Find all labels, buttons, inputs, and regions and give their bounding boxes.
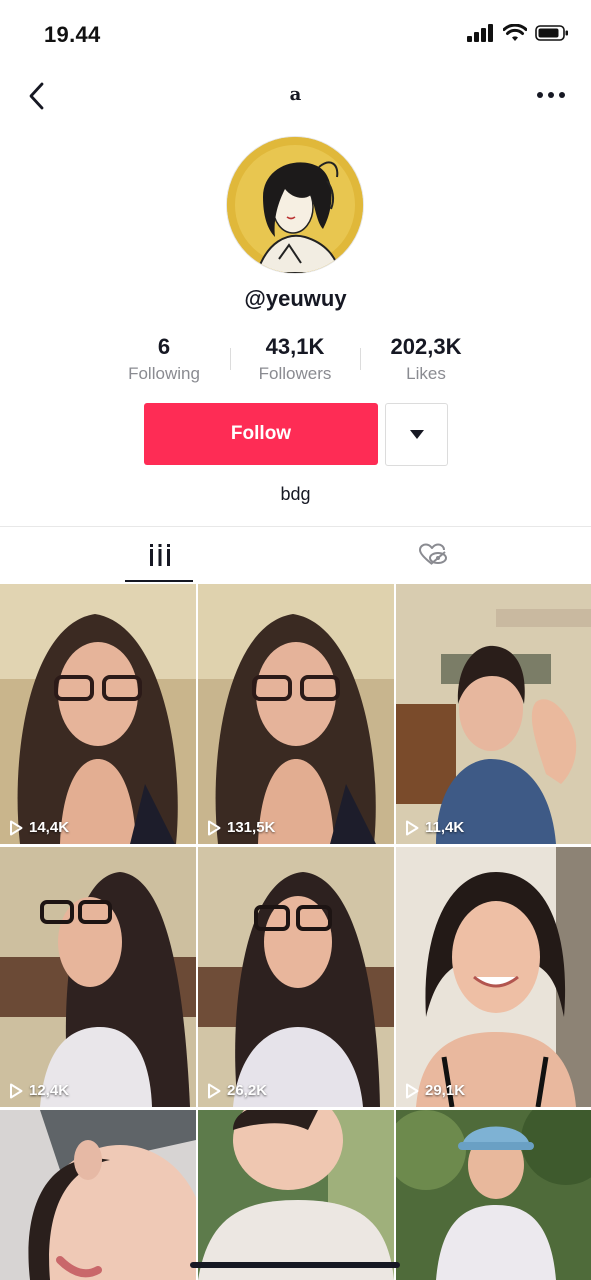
follow-button[interactable]: Follow (144, 403, 378, 465)
wifi-icon (503, 24, 527, 41)
video-thumbnail[interactable]: 14,4K (0, 584, 196, 844)
stat-followers-label: Followers (258, 364, 332, 383)
video-views: 14,4K (9, 819, 69, 836)
play-icon (10, 820, 23, 835)
status-bar: 19.44 (0, 0, 591, 70)
suggested-accounts-button[interactable] (385, 403, 448, 466)
stat-following-value: 6 (157, 334, 171, 359)
username: @yeuwuy (244, 286, 347, 311)
video-views: 131,5K (207, 819, 275, 836)
avatar-illustration (227, 137, 363, 273)
video-views: 11,4K (405, 819, 464, 836)
video-thumbnail[interactable]: 11,4K (396, 584, 591, 844)
view-count: 14,4K (29, 819, 70, 836)
status-icons (467, 24, 569, 42)
status-time: 19.44 (44, 22, 101, 47)
stat-likes-value: 202,3K (390, 334, 462, 359)
profile-bio: bdg (280, 484, 311, 504)
profile-stats: 6 Following 43,1K Followers 202,3K Likes (0, 332, 591, 392)
videos-grid-icon (149, 544, 170, 566)
play-icon (406, 1083, 419, 1098)
profile-tabs (0, 526, 591, 583)
thumbnail-image (0, 847, 196, 1107)
view-count: 26,2K (227, 1082, 268, 1099)
thumbnail-image (396, 584, 591, 844)
profile-avatar[interactable] (227, 137, 363, 273)
signal-icon (467, 24, 493, 42)
nav-bar: a (0, 70, 591, 120)
video-views: 26,2K (207, 1082, 267, 1099)
nav-title: a (289, 84, 302, 105)
play-icon (208, 820, 221, 835)
video-views: 12,4K (9, 1082, 69, 1099)
video-thumbnail[interactable]: 26,2K (198, 847, 394, 1107)
thumbnail-image (396, 1110, 591, 1280)
thumbnail-image (0, 1110, 196, 1280)
play-icon (406, 820, 419, 835)
liked-videos-icon (418, 543, 447, 565)
stat-likes: 202,3K Likes (356, 332, 496, 384)
view-count: 12,4K (29, 1082, 70, 1099)
thumbnail-image (0, 584, 196, 844)
tab-liked[interactable] (285, 527, 580, 583)
home-indicator[interactable] (190, 1262, 400, 1268)
tab-videos[interactable] (12, 527, 307, 583)
video-thumbnail[interactable]: 131,5K (198, 584, 394, 844)
thumbnail-image (198, 1110, 394, 1280)
thumbnail-image (396, 847, 591, 1107)
view-count: 131,5K (227, 819, 276, 836)
play-icon (10, 1083, 23, 1098)
more-dots-icon (537, 92, 565, 98)
view-count: 11,4K (425, 819, 465, 836)
battery-icon (535, 25, 568, 41)
stat-following-label: Following (128, 364, 200, 383)
stat-followers[interactable]: 43,1K Followers (225, 332, 365, 384)
video-thumbnail[interactable] (396, 1110, 591, 1280)
video-views: 29,1K (405, 1082, 465, 1099)
more-options-button[interactable] (533, 80, 569, 110)
play-icon (208, 1083, 221, 1098)
thumbnail-image (198, 584, 394, 844)
video-thumbnail[interactable] (0, 1110, 196, 1280)
video-thumbnail[interactable] (198, 1110, 394, 1280)
view-count: 29,1K (425, 1082, 466, 1099)
stat-followers-value: 43,1K (265, 334, 325, 359)
video-thumbnail[interactable]: 29,1K (396, 847, 591, 1107)
stat-following[interactable]: 6 Following (94, 332, 234, 384)
active-tab-indicator (125, 580, 193, 582)
caret-down-icon (409, 430, 424, 439)
video-thumbnail[interactable]: 12,4K (0, 847, 196, 1107)
stat-likes-label: Likes (406, 364, 446, 383)
thumbnail-image (198, 847, 394, 1107)
